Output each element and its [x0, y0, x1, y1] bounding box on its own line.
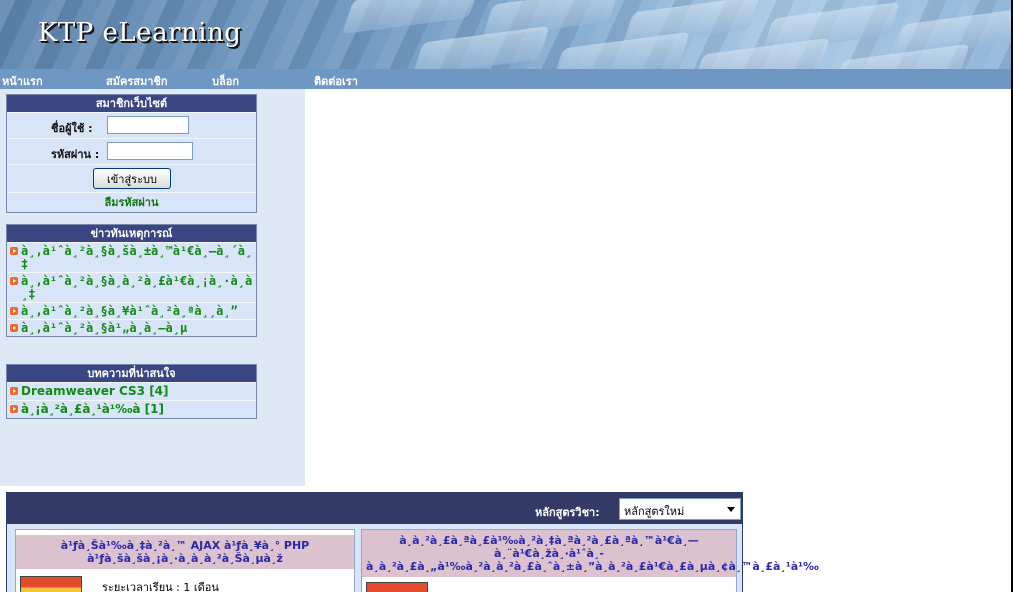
login-button[interactable]: เข้าสู่ระบบ	[93, 168, 171, 189]
course-card[interactable]: à¸à¸²à¸£à¸ªà¸£à¹‰à¸²à¸‡à¸ªà¸²à¸£à¸ªà¸™à¹…	[361, 529, 819, 592]
news-item-label: à¸‚à¹ˆà¸²à¸§à¸à¸²à¸£à¹€à¸¡à¸·à¸­à¸‡	[21, 274, 253, 301]
keyboard-banner-image	[311, 0, 1011, 69]
member-box-title: สมาชิกเว็บไซต์	[7, 95, 256, 112]
news-item-label: à¸‚à¹ˆà¸²à¸§à¸šà¸±à¸™à¹€à¸—à¸´à¸‡	[21, 244, 253, 271]
news-item[interactable]: à¸‚à¹ˆà¸²à¸§à¹„à¸­à¸—à¸µ	[7, 319, 256, 336]
page-frame: KTP eLearning หน้าแรก สมัครสมาชิก บล็อก …	[0, 0, 1013, 592]
article-item-label: Dreamweaver CS3 [4]	[21, 384, 169, 398]
course-card-title[interactable]: à¸à¸²à¸£à¸ªà¸£à¹‰à¸²à¸‡à¸ªà¸²à¸£à¸ªà¸™à¹…	[362, 530, 819, 577]
site-header: KTP eLearning	[0, 0, 1011, 69]
news-item[interactable]: à¸‚à¹ˆà¸²à¸§à¸šà¸±à¸™à¹€à¸—à¸´à¸‡	[7, 242, 256, 272]
course-select[interactable]: หลักสูตรใหม่	[619, 498, 741, 520]
course-select-label: หลักสูตรวิชา:	[535, 506, 600, 519]
course-duration: ระยะเวลาเรียน : 1 เดือน	[102, 581, 219, 592]
article-item[interactable]: à¸¡à¸²à¸£à¸¹à¹‰à [1]	[7, 400, 256, 418]
username-row: ชื่อผู้ใช้ :	[7, 112, 256, 138]
password-row: รหัสผ่าน :	[7, 138, 256, 164]
arrow-bullet-icon	[10, 277, 18, 285]
course-thumbnail[interactable]	[366, 582, 428, 592]
login-row: เข้าสู่ระบบ	[7, 164, 256, 192]
nav-blog[interactable]: บล็อก	[212, 72, 239, 90]
nav-home[interactable]: หน้าแรก	[2, 72, 43, 90]
article-box: บทความที่น่าสนใจ Dreamweaver CS3 [4] à¸¡…	[6, 364, 257, 419]
chevron-down-icon	[727, 507, 735, 512]
arrow-bullet-icon	[10, 324, 18, 332]
password-label: รหัสผ่าน :	[51, 148, 100, 161]
news-item[interactable]: à¸‚à¹ˆà¸²à¸§à¸à¸²à¸£à¹€à¸¡à¸·à¸­à¸‡	[7, 272, 256, 302]
news-box-title: ข่าวทันเหตุการณ์	[7, 225, 256, 242]
course-section: หลักสูตรวิชา: หลักสูตรใหม่ à¹ƒà¸Šà¹‰à¸‡à…	[6, 492, 819, 592]
article-item[interactable]: Dreamweaver CS3 [4]	[7, 382, 256, 400]
course-header: หลักสูตรวิชา: หลักสูตรใหม่	[7, 493, 742, 524]
news-box: ข่าวทันเหตุการณ์ à¸‚à¹ˆà¸²à¸§à¸šà¸±à¸™à¹…	[6, 224, 257, 337]
arrow-bullet-icon	[10, 307, 18, 315]
nav-contact[interactable]: ติดต่อเรา	[314, 72, 358, 90]
arrow-bullet-icon	[10, 247, 18, 255]
course-card-title[interactable]: à¹ƒà¸Šà¹‰à¸‡à¸²à¸™ AJAX à¹ƒà¸¥à¸° PHP à¹…	[16, 535, 354, 569]
news-item-label: à¸‚à¹ˆà¸²à¸§à¸¥à¹ˆà¸²à¸ªà¸¸à¸”	[21, 304, 238, 318]
username-input[interactable]	[107, 116, 189, 134]
news-item[interactable]: à¸‚à¹ˆà¸²à¸§à¸¥à¹ˆà¸²à¸ªà¸¸à¸”	[7, 302, 256, 319]
top-nav: หน้าแรก สมัครสมาชิก บล็อก ติดต่อเรา	[0, 69, 1011, 89]
forgot-password-link[interactable]: ลืมรหัสผ่าน	[7, 192, 256, 212]
course-select-value: หลักสูตรใหม่	[624, 505, 685, 518]
arrow-bullet-icon	[10, 387, 18, 395]
password-input[interactable]	[107, 142, 193, 160]
article-box-title: บทความที่น่าสนใจ	[7, 365, 256, 382]
course-card[interactable]: à¹ƒà¸Šà¹‰à¸‡à¸²à¸™ AJAX à¹ƒà¸¥à¸° PHP à¹…	[15, 529, 355, 592]
member-box: สมาชิกเว็บไซต์ ชื่อผู้ใช้ : รหัสผ่าน : เ…	[6, 94, 257, 213]
nav-register[interactable]: สมัครสมาชิก	[106, 72, 168, 90]
site-title: KTP eLearning	[38, 18, 242, 48]
course-thumbnail[interactable]	[20, 576, 82, 592]
username-label: ชื่อผู้ใช้ :	[51, 122, 93, 135]
news-item-label: à¸‚à¹ˆà¸²à¸§à¹„à¸­à¸—à¸µ	[21, 321, 188, 335]
article-item-label: à¸¡à¸²à¸£à¸¹à¹‰à [1]	[21, 402, 164, 416]
left-sidebar: สมาชิกเว็บไซต์ ชื่อผู้ใช้ : รหัสผ่าน : เ…	[0, 89, 305, 486]
arrow-bullet-icon	[10, 405, 18, 413]
